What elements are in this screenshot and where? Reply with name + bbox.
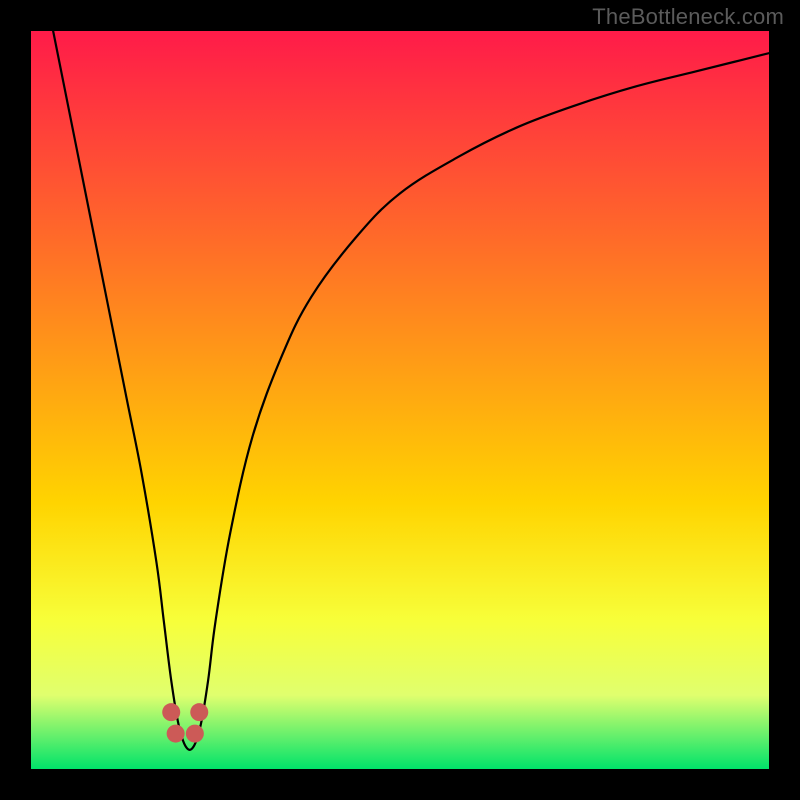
gradient-background	[31, 31, 769, 769]
curve-marker	[167, 725, 185, 743]
bottleneck-chart	[31, 31, 769, 769]
curve-marker	[190, 703, 208, 721]
chart-frame: TheBottleneck.com	[0, 0, 800, 800]
watermark-text: TheBottleneck.com	[592, 4, 784, 30]
curve-marker	[186, 725, 204, 743]
curve-marker	[162, 703, 180, 721]
